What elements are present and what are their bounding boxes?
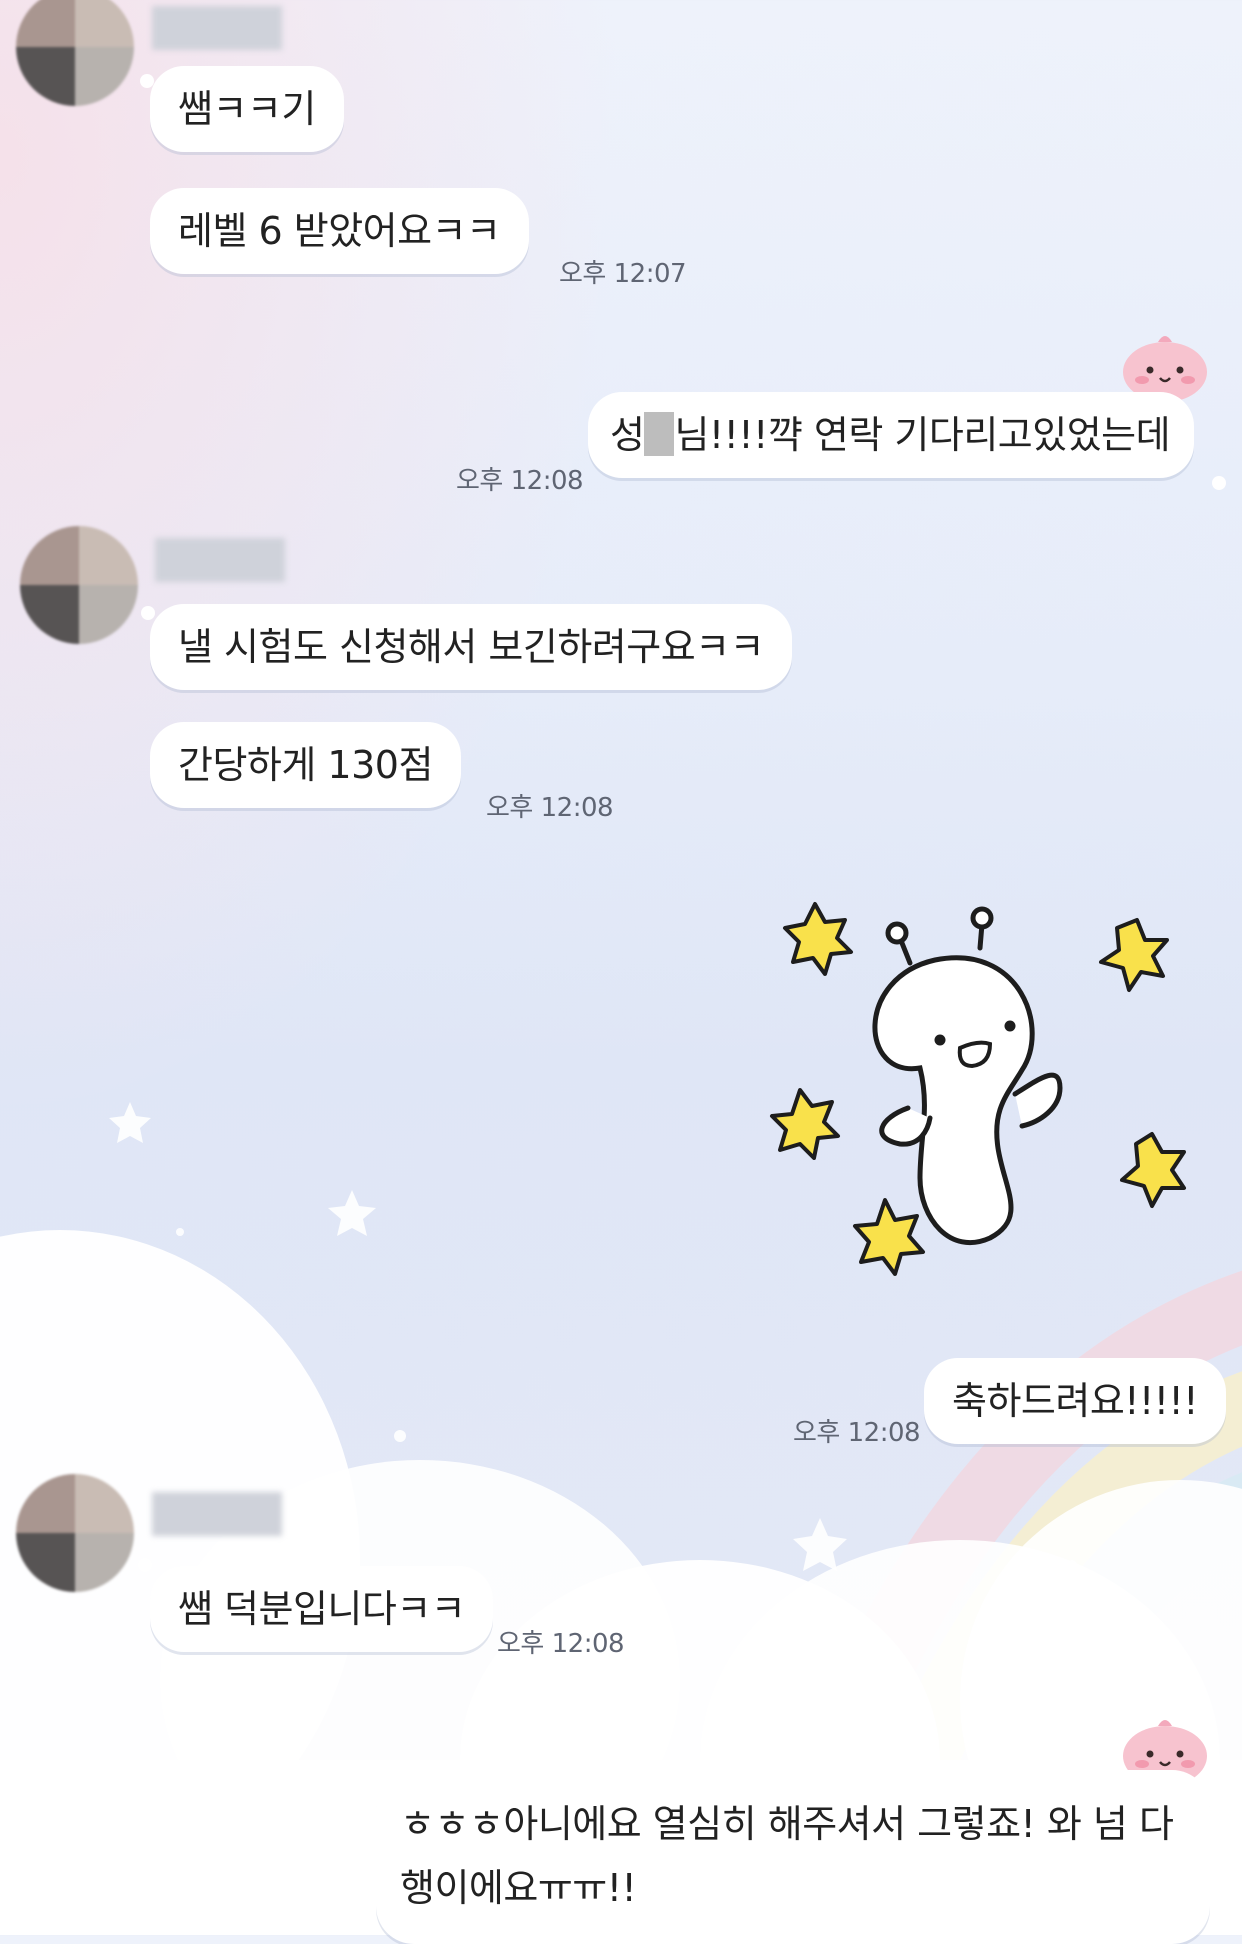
message-bubble[interactable]: ㅎㅎㅎ아니에요 열심히 해주셔서 그렇죠! 와 넘 다행이에요ㅠㅠ!! <box>376 1770 1210 1944</box>
message-text: 축하드려요!!!!! <box>952 1379 1198 1423</box>
character <box>872 906 1063 1246</box>
bubble-tail <box>138 1558 152 1572</box>
redacted-name-block <box>644 412 675 456</box>
message-time: 오후 12:08 <box>456 466 584 496</box>
message-bubble[interactable]: 성 님!!!!꺅 연락 기다리고있었는데 <box>588 392 1195 478</box>
message-time: 오후 12:08 <box>486 793 614 823</box>
message-text: 레벨 6 받았어요ㅋㅋ <box>178 209 501 253</box>
message-bubble[interactable]: 레벨 6 받았어요ㅋㅋ <box>150 188 529 274</box>
sender-name-blurred <box>152 1492 282 1536</box>
bubble-tail <box>141 606 155 620</box>
sender-name-blurred <box>152 6 282 50</box>
avatar[interactable] <box>16 1474 134 1592</box>
message-time: 오후 12:07 <box>559 259 687 289</box>
message-bubble[interactable]: 간당하게 130점 <box>150 722 461 808</box>
avatar[interactable] <box>20 526 138 644</box>
message-time: 오후 12:08 <box>793 1418 921 1448</box>
message-time: 오후 12:08 <box>497 1629 625 1659</box>
message-text: 간당하게 130점 <box>178 743 433 787</box>
peach-character-icon <box>1123 336 1207 400</box>
sender-name-blurred <box>155 538 285 582</box>
message-bubble[interactable]: 낼 시험도 신청해서 보긴하려구요ㅋㅋ <box>150 604 793 690</box>
message-text: 쌤ㅋㅋ기 <box>178 87 316 131</box>
bubble-tail <box>1212 476 1226 490</box>
message-text: ㅎㅎㅎ아니에요 열심히 해주셔서 그렇죠! 와 넘 다행이에요ㅠㅠ!! <box>400 1802 1174 1910</box>
waving-character-with-stars-sticker[interactable] <box>760 898 1200 1298</box>
message-text: 쌤 덕분입니다ㅋㅋ <box>178 1587 466 1631</box>
message-text-end: 님!!!!꺅 연락 기다리고있었는데 <box>674 413 1171 457</box>
message-bubble[interactable]: 쌤 덕분입니다ㅋㅋ <box>150 1566 494 1652</box>
avatar[interactable] <box>16 0 134 106</box>
message-text-start: 성 <box>610 413 645 457</box>
message-text: 낼 시험도 신청해서 보긴하려구요ㅋㅋ <box>178 625 765 669</box>
message-bubble[interactable]: 축하드려요!!!!! <box>924 1358 1226 1444</box>
message-bubble[interactable]: 쌤ㅋㅋ기 <box>150 66 344 152</box>
